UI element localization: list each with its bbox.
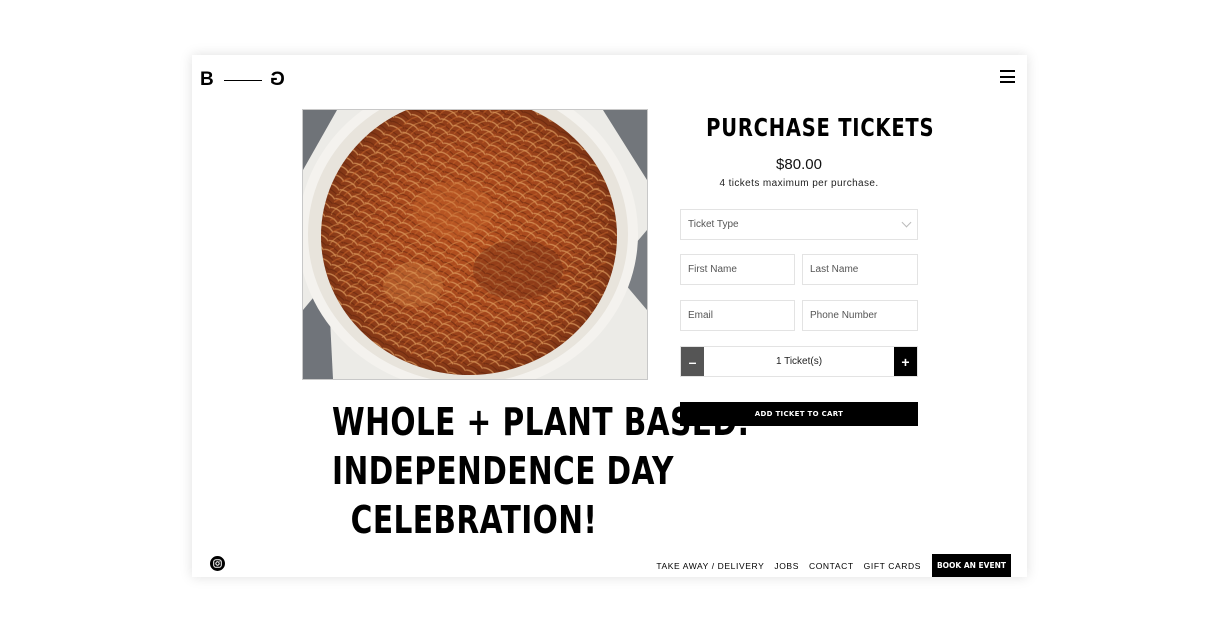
event-title-line: WHOLE + PLANT BASED: bbox=[332, 400, 750, 444]
footer-link-take-away[interactable]: TAKE AWAY / DELIVERY bbox=[656, 561, 764, 571]
first-name-placeholder: First Name bbox=[688, 264, 737, 275]
ticket-quantity-stepper: – 1 Ticket(s) + bbox=[680, 346, 918, 377]
phone-number-field[interactable]: Phone Number bbox=[802, 300, 918, 331]
purchase-panel: PURCHASE TICKETS $80.00 4 tickets maximu… bbox=[680, 105, 935, 426]
footer-link-contact[interactable]: CONTACT bbox=[809, 561, 854, 571]
increment-button[interactable]: + bbox=[894, 347, 917, 376]
email-field[interactable]: Email bbox=[680, 300, 795, 331]
event-title-line: INDEPENDENCE DAY bbox=[332, 449, 674, 493]
decrement-button[interactable]: – bbox=[681, 347, 704, 376]
phone-placeholder: Phone Number bbox=[810, 310, 878, 321]
add-ticket-to-cart-button[interactable]: ADD TICKET TO CART bbox=[680, 402, 918, 426]
hamburger-menu-icon[interactable] bbox=[1000, 70, 1015, 83]
footer-link-jobs[interactable]: JOBS bbox=[774, 561, 799, 571]
footer-link-gift-cards[interactable]: GIFT CARDS bbox=[864, 561, 921, 571]
first-name-field[interactable]: First Name bbox=[680, 254, 795, 285]
instagram-glyph bbox=[213, 559, 222, 568]
ticket-type-placeholder: Ticket Type bbox=[688, 219, 739, 230]
logo-letter-g: G bbox=[269, 69, 285, 90]
brand-logo[interactable]: B G bbox=[200, 69, 285, 90]
menu-bar bbox=[1000, 75, 1015, 78]
chevron-down-icon bbox=[901, 217, 912, 228]
ticket-price: $80.00 bbox=[776, 156, 822, 173]
ticket-type-select[interactable]: Ticket Type bbox=[680, 209, 918, 240]
last-name-field[interactable]: Last Name bbox=[802, 254, 918, 285]
food-bowl-illustration bbox=[303, 110, 647, 379]
logo-line bbox=[223, 79, 262, 81]
email-placeholder: Email bbox=[688, 310, 714, 321]
last-name-placeholder: Last Name bbox=[810, 264, 859, 275]
menu-bar bbox=[1000, 70, 1015, 72]
purchase-heading: PURCHASE TICKETS bbox=[706, 113, 935, 142]
event-title: WHOLE + PLANT BASED: INDEPENDENCE DAY CE… bbox=[332, 398, 750, 545]
event-title-line: CELEBRATION! bbox=[350, 498, 598, 542]
menu-bar bbox=[1000, 81, 1015, 83]
footer-nav: TAKE AWAY / DELIVERY JOBS CONTACT GIFT C… bbox=[646, 554, 1011, 577]
page-frame: B G WHOLE + PLANT BASED: INDEPENDENCE DA… bbox=[192, 55, 1027, 577]
logo-letter-b: B bbox=[200, 69, 214, 90]
book-an-event-button[interactable]: BOOK AN EVENT bbox=[931, 554, 1011, 577]
instagram-icon[interactable] bbox=[210, 556, 225, 571]
ticket-quantity-value: 1 Ticket(s) bbox=[775, 356, 823, 367]
event-food-image bbox=[302, 109, 648, 380]
ticket-max-note: 4 tickets maximum per purchase. bbox=[719, 178, 879, 189]
